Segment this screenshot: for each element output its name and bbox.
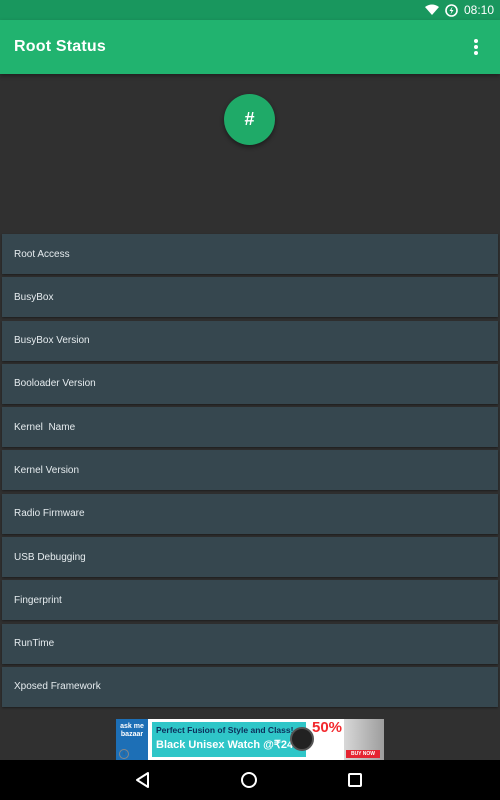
root-check-button[interactable]: #: [224, 94, 275, 145]
list-item-radio-firmware[interactable]: Radio Firmware: [2, 493, 498, 534]
data-saver-icon: [445, 3, 458, 17]
list-item-label: Kernel Version: [14, 464, 80, 476]
list-item-label: Radio Firmware: [14, 508, 85, 520]
list-item-label: Xposed Framework: [14, 681, 101, 693]
list-item-label: BusyBox: [14, 291, 54, 303]
navigation-bar: [0, 760, 500, 800]
wifi-icon: [424, 4, 439, 16]
list-item-label: Kernel Name: [14, 421, 76, 433]
list-item-label: Root Access: [14, 248, 70, 260]
list-item-label: USB Debugging: [14, 551, 86, 563]
ad-info-icon[interactable]: i: [119, 749, 129, 759]
back-icon[interactable]: [133, 770, 153, 790]
app-title: Root Status: [14, 38, 106, 55]
list-item-busybox[interactable]: BusyBox: [2, 277, 498, 318]
recents-icon[interactable]: [345, 770, 365, 790]
more-vert-icon[interactable]: [464, 35, 488, 59]
list-item-label: Fingerprint: [14, 594, 62, 606]
status-time: 08:10: [463, 3, 494, 17]
status-icons: 08:10: [424, 0, 494, 20]
list-item-busybox-version[interactable]: BusyBox Version: [2, 320, 498, 361]
watch-image: [290, 727, 314, 751]
list-item-xposed-framework[interactable]: Xposed Framework: [2, 666, 498, 707]
list-item-root-access[interactable]: Root Access: [2, 234, 498, 274]
list-item-kernel-version[interactable]: Kernel Version: [2, 450, 498, 491]
list-item-usb-debugging[interactable]: USB Debugging: [2, 537, 498, 578]
list-item-bootloader-version[interactable]: Booloader Version: [2, 363, 498, 404]
ad-buy-now-button[interactable]: BUY NOW: [346, 750, 380, 758]
ad-banner[interactable]: ask me bazaar Perfect Fusion of Style an…: [116, 719, 384, 760]
list-item-label: RunTime: [14, 638, 55, 650]
list-item-label: BusyBox Version: [14, 335, 90, 347]
home-icon[interactable]: [239, 770, 259, 790]
list-item-kernel-name[interactable]: Kernel Name: [2, 407, 498, 448]
app-bar: Root Status: [0, 20, 500, 74]
list-item-fingerprint[interactable]: Fingerprint: [2, 580, 498, 621]
status-bar: 08:10: [0, 0, 500, 20]
ad-discount: 50%: [312, 719, 343, 736]
ad-product-text: Black Unisex Watch @₹249: [156, 739, 300, 751]
list-item-label: Booloader Version: [14, 378, 96, 390]
list-item-runtime[interactable]: RunTime: [2, 623, 498, 664]
hash-symbol: #: [244, 109, 255, 129]
ad-headline: Perfect Fusion of Style and Class!: [156, 725, 294, 735]
status-list: Root Access BusyBox BusyBox Version Bool…: [2, 234, 498, 710]
hero-area: #: [0, 74, 500, 234]
